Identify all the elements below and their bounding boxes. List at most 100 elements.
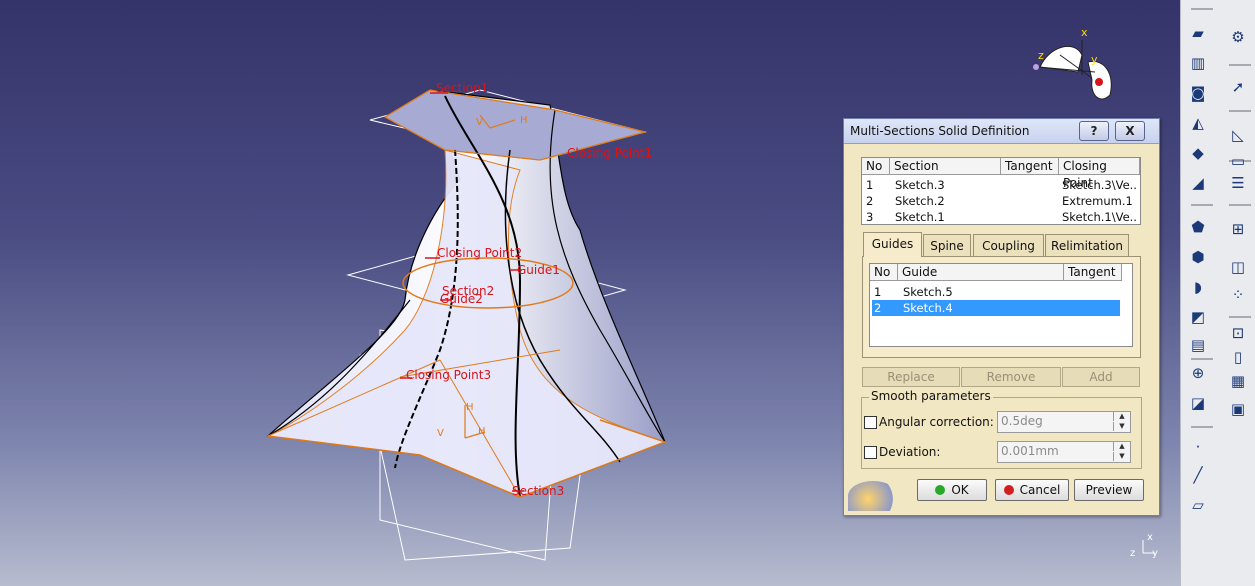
shaft-icon[interactable]: ◙ [1187,82,1209,104]
col-closing-point[interactable]: Closing Point [1059,158,1140,190]
chamfer-icon[interactable]: ◩ [1187,306,1209,328]
spin-up-icon[interactable]: ▲ [1113,412,1130,421]
close-button[interactable]: X [1115,121,1145,141]
smooth-parameters-label: Smooth parameters [869,389,993,403]
transform-icon[interactable]: ⚙ [1227,26,1249,48]
tab-coupling[interactable]: Coupling [973,234,1044,257]
plane-icon[interactable]: ▱ [1187,494,1209,516]
grid-icon[interactable]: ⁘ [1227,284,1249,306]
guides-list[interactable]: No Guide Tangent 1 Sketch.5 2 Sketch.4 [869,263,1133,347]
col-guide-tangent[interactable]: Tangent [1064,264,1122,281]
spin-up-icon[interactable]: ▲ [1113,442,1130,451]
pocket-icon[interactable]: ▥ [1187,52,1209,74]
add-button[interactable]: Add [1062,367,1140,387]
angular-correction-checkbox[interactable] [864,416,877,429]
list-item-selected[interactable]: 2 Sketch.4 [872,300,1120,316]
compass-x-label: x [1081,26,1088,39]
remove-button[interactable]: Remove [961,367,1061,387]
cancel-button[interactable]: Cancel [995,479,1069,501]
help-button[interactable]: ? [1079,121,1109,141]
row-section: Sketch.3 [895,178,945,192]
ok-dot-icon [935,485,946,495]
list-item[interactable]: 1 Sketch.5 [874,284,1120,300]
row-closing-point: Sketch.3\Ve... [1062,178,1138,192]
pattern-icon[interactable]: ▦ [1227,370,1249,392]
col-guide-no[interactable]: No [870,264,898,281]
deviation-value: 0.001mm [1001,444,1059,458]
stiffener-icon[interactable]: ▭ [1227,150,1249,172]
row-no: 1 [866,178,874,192]
label-section3: Section3 [512,484,564,498]
measure-icon[interactable]: ⊞ [1227,218,1249,240]
deviation-label: Deviation: [879,445,941,459]
tab-guides[interactable]: Guides [863,232,922,257]
line-icon[interactable]: ╱ [1187,464,1209,486]
cancel-dot-icon [1003,485,1014,495]
label-section1: Section1 [436,81,488,95]
corner-axis-y: y [1152,548,1158,559]
cancel-label: Cancel [1019,483,1061,497]
col-tangent[interactable]: Tangent [1001,158,1059,175]
col-section[interactable]: Section [890,158,1001,175]
tab-relimitation[interactable]: Relimitation [1045,234,1129,257]
point-icon[interactable]: · [1187,436,1209,458]
row-no: 3 [866,210,874,224]
dialog-title-bar[interactable]: Multi-Sections Solid Definition ? X [844,119,1159,144]
slot-icon[interactable]: ▯ [1227,346,1249,368]
angular-correction-label: Angular correction: [879,415,994,429]
sections-list[interactable]: No Section Tangent Closing Point 1 Sketc… [861,157,1141,225]
dialog-globe-icon [848,481,898,511]
angular-correction-input[interactable]: 0.5deg ▲ ▼ [997,411,1131,433]
compass-y-label: y [1091,53,1098,66]
rib-icon[interactable]: ◢ [1187,172,1209,194]
removed-multi-sections-icon[interactable]: ⬢ [1187,246,1209,268]
tab-spine[interactable]: Spine [923,234,971,257]
ok-button[interactable]: OK [917,479,987,501]
spin-down-icon[interactable]: ▼ [1113,452,1130,461]
pad-icon[interactable]: ▰ [1187,22,1209,44]
multi-sections-solid-icon[interactable]: ⬟ [1187,216,1209,238]
thickness-icon[interactable]: ▣ [1227,398,1249,420]
row-closing-point: Extremum.1 [1062,194,1133,208]
axis-label-h1: H [520,115,528,126]
table-row[interactable]: 3 Sketch.1 Sketch.1\Ve... [866,209,1138,225]
row-no: 2 [866,194,874,208]
mirror-icon[interactable]: ◫ [1227,256,1249,278]
axis-label-v3: V [437,428,444,439]
groove-icon[interactable]: ◭ [1187,112,1209,134]
table-row[interactable]: 1 Sketch.3 Sketch.3\Ve... [866,177,1138,193]
fillet-icon[interactable]: ◗ [1187,276,1209,298]
draft-icon[interactable]: ▤ [1187,334,1209,356]
label-closing-point2: Closing Point2 [437,246,522,260]
label-guide2: Guide2 [440,292,483,306]
preview-button[interactable]: Preview [1074,479,1144,501]
guide-name: Sketch.5 [903,285,953,299]
row-section: Sketch.1 [895,210,945,224]
dialog-title: Multi-Sections Solid Definition [850,124,1030,138]
replace-button[interactable]: Replace [862,367,960,387]
deviation-input[interactable]: 0.001mm ▲ ▼ [997,441,1131,463]
deviation-checkbox[interactable] [864,446,877,459]
corner-axis-x: x [1147,532,1153,543]
angular-correction-value: 0.5deg [1001,414,1043,428]
row-closing-point: Sketch.1\Ve... [1062,210,1138,224]
multi-sections-solid-dialog: Multi-Sections Solid Definition ? X No S… [843,118,1160,516]
guide-no: 1 [874,285,882,299]
guide-no: 2 [874,301,882,315]
axis-label-h2: H [466,402,474,413]
col-guide[interactable]: Guide [898,264,1064,281]
row-section: Sketch.2 [895,194,945,208]
col-no[interactable]: No [862,158,890,175]
spin-down-icon[interactable]: ▼ [1113,422,1130,431]
feature-toolbar: ▰ ▥ ◙ ◭ ◆ ◢ ⬟ ⬢ ◗ ◩ ▤ ⊕ ◪ · ╱ ▱ ⚙ ➚ ◺ ☰ … [1180,0,1255,586]
compass[interactable]: x y z [1033,26,1112,100]
select-icon[interactable]: ➚ [1227,76,1249,98]
surface-icon[interactable]: ☰ [1227,172,1249,194]
shell-icon[interactable]: ◪ [1187,392,1209,414]
thread-icon[interactable]: ⊕ [1187,362,1209,384]
analysis-icon[interactable]: ⊡ [1227,322,1249,344]
sketcher-icon[interactable]: ◺ [1227,124,1249,146]
label-closing-point3: Closing Point3 [406,368,491,382]
hole-icon[interactable]: ◆ [1187,142,1209,164]
table-row[interactable]: 2 Sketch.2 Extremum.1 [866,193,1138,209]
